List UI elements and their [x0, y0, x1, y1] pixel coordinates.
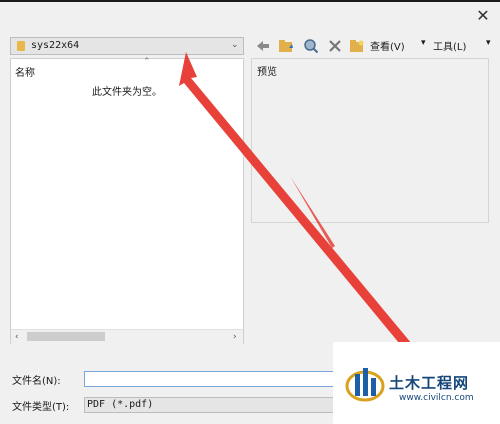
watermark-logo: 土木工程网 www.civilcn.com: [333, 342, 500, 424]
civil-logo-icon: [345, 368, 385, 402]
watermark-url: www.civilcn.com: [399, 393, 474, 403]
watermark-title: 土木工程网: [389, 374, 470, 392]
